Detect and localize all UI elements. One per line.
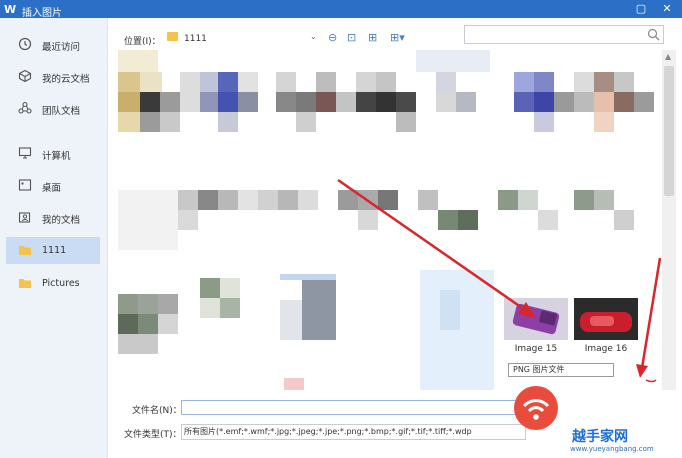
image-thumbnail <box>504 298 568 340</box>
sidebar-item-label: 我的云文档 <box>42 74 90 85</box>
sidebar-item-team-docs[interactable]: 团队文档 <box>6 95 100 122</box>
location-dropdown[interactable]: 1111 <box>184 34 207 44</box>
folder-icon <box>19 279 31 288</box>
file-name: Image 15 <box>514 344 558 354</box>
sidebar-item-recent[interactable]: 最近访问 <box>6 31 100 58</box>
watermark-brand: 酷知网 <box>561 389 623 412</box>
watermark-brand-secondary: 越手家网 <box>572 429 628 445</box>
sidebar-item-my-docs[interactable]: 我的文档 <box>6 204 100 231</box>
watermark-url: www.yueyangbang.com <box>570 445 654 453</box>
sidebar: 最近访问 我的云文档 团队文档 计算机 桌面 我的文档 1111 Picture… <box>0 18 108 458</box>
computer-icon <box>18 147 32 159</box>
wifi-icon <box>522 399 550 420</box>
sidebar-item-label: Pictures <box>42 278 80 289</box>
sidebar-item-cloud-docs[interactable]: 我的云文档 <box>6 63 100 90</box>
filename-label: 文件名(N)： <box>132 406 182 416</box>
watermark: 酷知网 越手家网 www.yueyangbang.com <box>512 384 680 456</box>
sidebar-item-pictures[interactable]: Pictures <box>6 270 100 297</box>
sidebar-item-1111[interactable]: 1111 <box>6 237 100 264</box>
sidebar-item-label: 团队文档 <box>42 106 81 117</box>
scroll-up-icon[interactable]: ▲ <box>665 52 671 61</box>
close-button[interactable]: ✕ <box>660 2 674 16</box>
folder-icon <box>19 246 31 255</box>
my-docs-icon <box>18 212 31 223</box>
folder-icon <box>167 32 178 41</box>
search-input[interactable] <box>468 26 648 42</box>
sidebar-item-label: 1111 <box>42 245 67 256</box>
location-label: 位置(I)： <box>124 37 161 47</box>
file-name: Image 16 <box>584 344 628 354</box>
sidebar-item-label: 计算机 <box>42 151 71 162</box>
title-bar: W 插入图片 ▢ ✕ <box>0 0 682 19</box>
filetype-select[interactable]: 所有图片(*.emf;*.wmf;*.jpg;*.jpeg;*.jpe;*.pn… <box>181 424 526 440</box>
search-box[interactable] <box>464 25 664 44</box>
sidebar-item-label: 我的文档 <box>42 215 81 226</box>
desktop-icon <box>18 179 32 191</box>
sidebar-item-computer[interactable]: 计算机 <box>6 140 100 167</box>
filename-input[interactable] <box>181 400 526 415</box>
view-menu-button[interactable]: ⊞▾ <box>390 31 405 44</box>
window-title: 插入图片 <box>22 8 62 19</box>
file-item-image-16[interactable]: Image 16 <box>574 298 638 360</box>
filetype-label: 文件类型(T)： <box>124 430 182 440</box>
chevron-down-icon[interactable]: ⌄ <box>310 32 317 41</box>
search-icon[interactable] <box>647 28 660 41</box>
scrollbar-thumb[interactable] <box>664 66 674 196</box>
back-button[interactable]: ⊖ <box>328 31 337 44</box>
clock-icon <box>18 37 32 51</box>
file-item-image-15[interactable]: Image 15 <box>504 298 568 360</box>
sidebar-item-label: 最近访问 <box>42 42 81 53</box>
team-icon <box>18 101 32 114</box>
file-tooltip: PNG 图片文件 <box>508 363 614 377</box>
wps-logo-icon: W <box>4 3 17 16</box>
cube-icon <box>18 69 32 83</box>
sidebar-item-desktop[interactable]: 桌面 <box>6 172 100 199</box>
sidebar-item-label: 桌面 <box>42 183 62 194</box>
vertical-scrollbar[interactable]: ▲ <box>662 50 676 390</box>
file-grid[interactable]: Image 15 Image 16 <box>118 50 662 390</box>
up-folder-button[interactable]: ⊡ <box>347 31 356 44</box>
restore-button[interactable]: ▢ <box>634 2 648 16</box>
new-folder-button[interactable]: ⊞ <box>368 31 377 44</box>
image-thumbnail <box>574 298 638 340</box>
